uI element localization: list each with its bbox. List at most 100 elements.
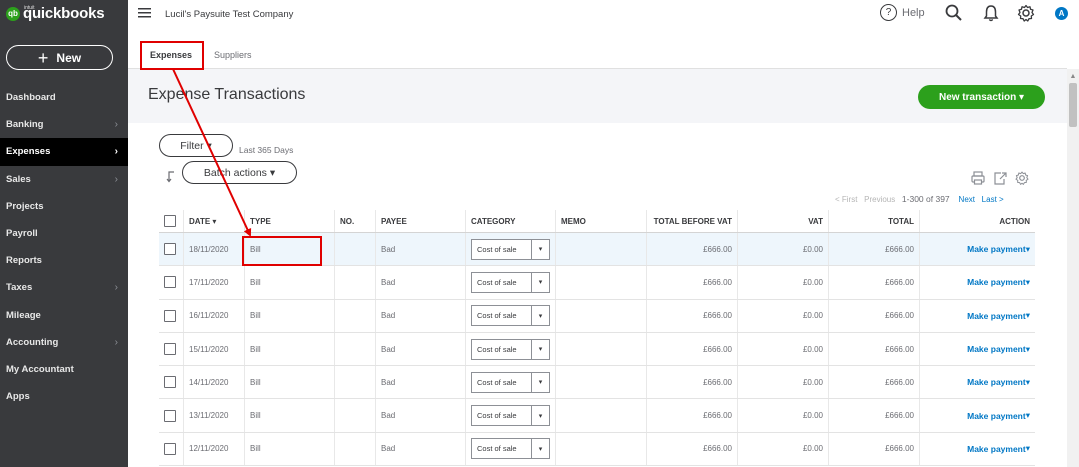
category-select[interactable]: Cost of sale ▾ (471, 371, 550, 393)
row-checkbox[interactable] (164, 276, 176, 289)
sidebar-item-label: Expenses (6, 146, 51, 158)
table-row[interactable]: 14/11/2020 Bill Bad Cost of sale ▾ £666.00 £0.… (159, 366, 1035, 400)
search-icon[interactable] (944, 3, 964, 23)
new-button[interactable]: + New (6, 45, 113, 70)
action-dropdown-icon[interactable]: ▾ (1026, 277, 1030, 288)
table-row[interactable]: 16/11/2020 Bill Bad Cost of sale ▾ £666.00 £0.… (159, 299, 1035, 333)
row-checkbox[interactable] (164, 309, 176, 322)
column-header[interactable]: CATEGORY (465, 210, 555, 232)
category-select[interactable]: Cost of sale ▾ (471, 338, 550, 360)
category-value: Cost of sale (477, 377, 517, 387)
table-settings-gear-icon[interactable] (1014, 170, 1030, 186)
select-all-checkbox[interactable] (159, 210, 183, 232)
quickbooks-logo[interactable]: intuit qb quickbooks (6, 5, 105, 22)
chevron-down-icon[interactable]: ▾ (531, 272, 549, 292)
column-header[interactable]: MEMO (555, 210, 646, 232)
column-header[interactable]: TOTAL BEFORE VAT (646, 210, 737, 232)
scrollbar-thumb[interactable] (1069, 83, 1077, 127)
category-select[interactable]: Cost of sale ▾ (471, 405, 550, 427)
row-checkbox-cell (159, 333, 183, 365)
batch-actions-button[interactable]: Batch actions ▾ (182, 161, 297, 184)
filter-button[interactable]: Filter ▾ (159, 134, 233, 157)
sidebar-item-taxes[interactable]: Taxes › (0, 274, 128, 301)
sidebar-item-sales[interactable]: Sales › (0, 166, 128, 193)
action-dropdown-icon[interactable]: ▾ (1026, 377, 1030, 388)
sidebar-item-payroll[interactable]: Payroll (0, 220, 128, 247)
table-row[interactable]: 18/11/2020 Bill Bad Cost of sale ▾ £666.00 £0.… (159, 233, 1035, 267)
chevron-down-icon[interactable]: ▾ (531, 372, 549, 392)
category-select[interactable]: Cost of sale ▾ (471, 271, 550, 293)
sidebar-item-projects[interactable]: Projects (0, 193, 128, 220)
action-cell: Make payment ▾ (919, 233, 1035, 266)
column-header[interactable]: ACTION (919, 210, 1035, 232)
row-checkbox[interactable] (164, 376, 176, 389)
new-transaction-button[interactable]: New transaction ▾ (918, 85, 1045, 109)
chevron-down-icon[interactable]: ▾ (531, 439, 549, 459)
column-header[interactable]: NO. (334, 210, 375, 232)
category-value: Cost of sale (477, 344, 517, 354)
make-payment-link[interactable]: Make payment (967, 244, 1026, 254)
sidebar-item-expenses[interactable]: Expenses › (0, 138, 128, 166)
row-checkbox[interactable] (164, 409, 176, 422)
chevron-down-icon[interactable]: ▾ (531, 339, 549, 359)
category-select[interactable]: Cost of sale ▾ (471, 238, 550, 260)
tab-expenses[interactable]: Expenses (150, 40, 193, 70)
column-header[interactable]: VAT (737, 210, 828, 232)
table-row[interactable]: 15/11/2020 Bill Bad Cost of sale ▾ £666.00 £0.… (159, 332, 1035, 367)
notification-bell-icon[interactable] (981, 3, 1001, 23)
page-scrollbar[interactable]: ▲ (1067, 69, 1079, 467)
category-select[interactable]: Cost of sale ▾ (471, 438, 550, 460)
user-avatar[interactable]: A (1055, 7, 1068, 20)
checkbox[interactable] (164, 215, 176, 227)
sidebar-item-reports[interactable]: Reports (0, 247, 128, 274)
sidebar-item-dashboard[interactable]: Dashboard (0, 84, 128, 111)
action-dropdown-icon[interactable]: ▾ (1026, 443, 1030, 454)
make-payment-link[interactable]: Make payment (967, 444, 1026, 454)
action-dropdown-icon[interactable]: ▾ (1026, 310, 1030, 321)
column-header[interactable]: TYPE (244, 210, 334, 232)
tab-suppliers[interactable]: Suppliers (214, 40, 252, 69)
action-dropdown-icon[interactable]: ▾ (1026, 344, 1030, 355)
payee-cell: Bad (375, 432, 465, 466)
pager-next[interactable]: Next (959, 195, 975, 204)
row-checkbox[interactable] (164, 442, 176, 455)
sidebar-item-mileage[interactable]: Mileage (0, 302, 128, 329)
action-dropdown-icon[interactable]: ▾ (1026, 244, 1030, 255)
table-row[interactable]: 17/11/2020 Bill Bad Cost of sale ▾ £666.00 £0.… (159, 266, 1035, 300)
row-checkbox[interactable] (164, 243, 176, 256)
company-name: Lucil's Paysuite Test Company (165, 9, 294, 20)
hamburger-icon[interactable] (138, 6, 152, 22)
column-header[interactable]: DATE ▾ (183, 210, 244, 232)
help-button[interactable]: ? Help (880, 4, 925, 21)
action-cell: Make payment ▾ (919, 432, 1035, 466)
category-select[interactable]: Cost of sale ▾ (471, 305, 550, 327)
column-header[interactable]: TOTAL (828, 210, 919, 232)
chevron-down-icon[interactable]: ▾ (531, 239, 549, 259)
export-icon[interactable] (992, 170, 1008, 186)
sidebar-item-label: Taxes (6, 282, 33, 294)
row-checkbox[interactable] (164, 343, 176, 356)
make-payment-link[interactable]: Make payment (967, 311, 1026, 321)
sidebar-item-label: Sales (6, 173, 31, 185)
column-header[interactable]: PAYEE (375, 210, 465, 232)
payee-cell: Bad (375, 399, 465, 432)
chevron-down-icon[interactable]: ▾ (531, 306, 549, 326)
sidebar-item-accounting[interactable]: Accounting › (0, 329, 128, 356)
sidebar-item-banking[interactable]: Banking › (0, 111, 128, 138)
settings-gear-icon[interactable] (1016, 3, 1036, 23)
scroll-up-arrow-icon[interactable]: ▲ (1067, 69, 1079, 83)
action-dropdown-icon[interactable]: ▾ (1026, 410, 1030, 421)
print-icon[interactable] (970, 170, 986, 186)
make-payment-link[interactable]: Make payment (967, 277, 1026, 287)
table-row[interactable]: 12/11/2020 Bill Bad Cost of sale ▾ £666.00 £0.… (159, 432, 1035, 467)
category-cell: Cost of sale ▾ (465, 399, 555, 432)
total-cell: £666.00 (828, 399, 919, 432)
pager-last[interactable]: Last > (982, 195, 1004, 204)
make-payment-link[interactable]: Make payment (967, 344, 1026, 354)
make-payment-link[interactable]: Make payment (967, 411, 1026, 421)
make-payment-link[interactable]: Make payment (967, 377, 1026, 387)
sidebar-item-my-accountant[interactable]: My Accountant (0, 356, 128, 383)
table-row[interactable]: 13/11/2020 Bill Bad Cost of sale ▾ £666.00 £0.… (159, 399, 1035, 433)
sidebar-item-apps[interactable]: Apps (0, 383, 128, 410)
chevron-down-icon[interactable]: ▾ (531, 406, 549, 426)
